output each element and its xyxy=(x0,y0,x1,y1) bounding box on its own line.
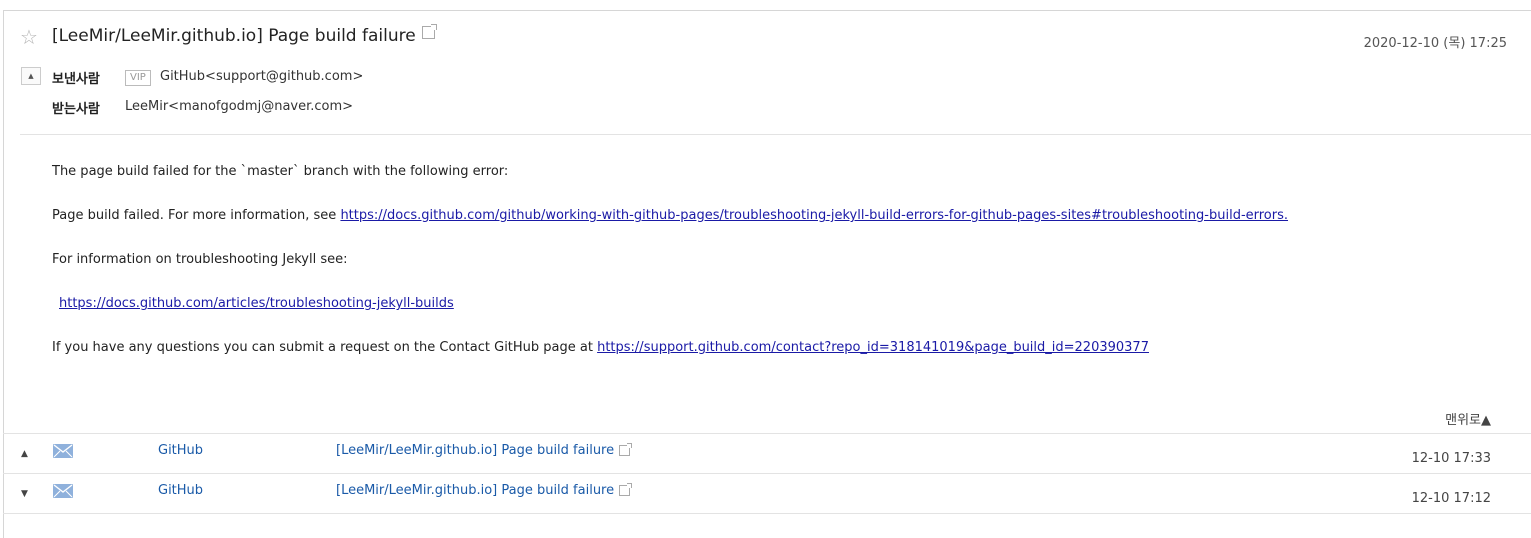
vip-badge: VIP xyxy=(125,70,151,86)
envelope-icon xyxy=(53,444,73,458)
external-link-icon[interactable] xyxy=(619,443,633,456)
support-contact-link[interactable]: https://support.github.com/contact?repo_… xyxy=(597,340,1149,355)
thread-subject-text[interactable]: [LeeMir/LeeMir.github.io] Page build fai… xyxy=(336,443,614,458)
body-line-2-text: Page build failed. For more information,… xyxy=(52,208,341,223)
collapse-icon[interactable]: ▲ xyxy=(21,67,41,85)
external-link-icon[interactable] xyxy=(421,24,437,39)
body-line-5: If you have any questions you can submit… xyxy=(52,340,1149,355)
thread-subject[interactable]: [LeeMir/LeeMir.github.io] Page build fai… xyxy=(336,443,633,458)
body-line-5-text: If you have any questions you can submit… xyxy=(52,340,598,355)
external-link-icon[interactable] xyxy=(619,483,633,496)
envelope-icon xyxy=(53,484,73,498)
thread-divider-top xyxy=(3,433,1531,434)
arrow-up-icon[interactable]: ▲ xyxy=(21,449,28,459)
thread-divider xyxy=(3,473,1531,474)
thread-sender[interactable]: GitHub xyxy=(158,443,203,458)
recipient-address[interactable]: LeeMir<manofgodmj@naver.com> xyxy=(125,99,353,114)
body-line-4: https://docs.github.com/articles/trouble… xyxy=(59,296,454,311)
star-icon[interactable]: ☆ xyxy=(20,25,38,49)
mail-view-frame xyxy=(3,10,1531,538)
thread-date: 12-10 17:33 xyxy=(1411,451,1491,466)
body-line-3: For information on troubleshooting Jekyl… xyxy=(52,252,348,267)
thread-sender[interactable]: GitHub xyxy=(158,483,203,498)
thread-date: 12-10 17:12 xyxy=(1411,491,1491,506)
back-to-top-link[interactable]: 맨위로▲ xyxy=(1445,409,1491,428)
thread-divider-bottom xyxy=(3,513,1531,514)
header-divider xyxy=(20,134,1531,135)
mail-subject: [LeeMir/LeeMir.github.io] Page build fai… xyxy=(52,24,437,46)
thread-subject-text[interactable]: [LeeMir/LeeMir.github.io] Page build fai… xyxy=(336,483,614,498)
jekyll-builds-link[interactable]: https://docs.github.com/articles/trouble… xyxy=(59,296,454,311)
sender-address[interactable]: GitHub<support@github.com> xyxy=(160,69,363,84)
mail-subject-text: [LeeMir/LeeMir.github.io] Page build fai… xyxy=(52,26,416,46)
body-line-1: The page build failed for the `master` b… xyxy=(52,164,509,179)
sender-label: 보낸사람 xyxy=(52,72,100,87)
recipient-label: 받는사람 xyxy=(52,102,100,117)
docs-troubleshooting-link[interactable]: https://docs.github.com/github/working-w… xyxy=(340,208,1288,223)
mail-date: 2020-12-10 (목) 17:25 xyxy=(1363,36,1507,51)
arrow-down-icon[interactable]: ▼ xyxy=(21,489,28,499)
thread-subject[interactable]: [LeeMir/LeeMir.github.io] Page build fai… xyxy=(336,483,633,498)
body-line-2: Page build failed. For more information,… xyxy=(52,208,1288,223)
